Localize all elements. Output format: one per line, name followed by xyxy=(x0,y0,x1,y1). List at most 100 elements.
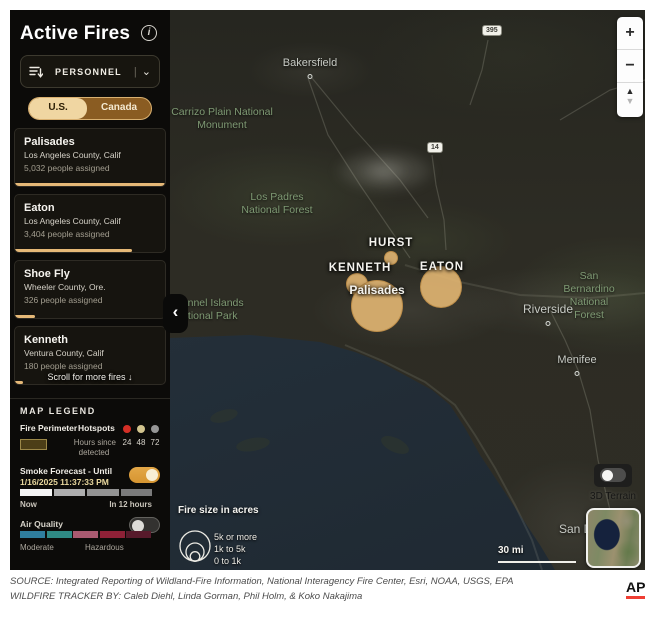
aq-color-segment xyxy=(20,531,45,538)
sort-by-dropdown[interactable]: PERSONNEL | ⌄ xyxy=(20,55,160,88)
fire-personnel: 3,404 people assigned xyxy=(24,229,156,239)
toggle-knob xyxy=(146,469,158,481)
smoke-forecast-label: Smoke Forecast - Until xyxy=(20,466,130,476)
fire-personnel: 326 people assigned xyxy=(24,295,156,305)
dropdown-divider: | xyxy=(134,66,137,78)
map-label-eaton: EATON xyxy=(420,261,464,273)
terrain-label: 3D Terrain xyxy=(573,491,645,502)
fire-location: Los Angeles County, Calif xyxy=(24,216,156,226)
hotspot-hour-label: 24 xyxy=(121,438,133,447)
fire-size-label-large: 5k or more xyxy=(214,532,257,542)
smoke-gradient-segment xyxy=(121,489,153,496)
fire-personnel: 180 people assigned xyxy=(24,361,156,371)
highway-shield-14: 14 xyxy=(427,142,443,153)
fire-size-legend-title: Fire size in acres xyxy=(178,505,259,516)
map-label-hurst: HURST xyxy=(369,237,414,249)
scroll-hint: Scroll for more fires ↓ xyxy=(10,372,170,382)
zoom-out-button[interactable]: − xyxy=(617,50,643,83)
fire-card[interactable]: Palisades Los Angeles County, Calif 5,032 … xyxy=(14,128,166,187)
hotspot-dot xyxy=(137,425,145,433)
city-marker xyxy=(546,321,551,326)
sort-selected-value: PERSONNEL xyxy=(43,67,134,77)
hotspots-label: Hotspots xyxy=(78,423,115,433)
aq-color-segment xyxy=(126,531,151,538)
fire-size-label-medium: 1k to 5k xyxy=(214,544,246,554)
map-label-riverside: Riverside xyxy=(523,302,573,316)
aq-min-label: Moderate xyxy=(20,543,54,552)
page-title: Active Fires xyxy=(20,23,130,45)
info-icon[interactable]: i xyxy=(141,25,157,41)
map-label-palisades: Palisades xyxy=(349,283,404,297)
highway-shield-395: 395 xyxy=(482,25,502,36)
map-label-carrizo-plain-national: Carrizo Plain National Monument xyxy=(171,106,273,132)
overview-inset-map[interactable] xyxy=(586,508,641,568)
hotspot-dot xyxy=(151,425,159,433)
fire-perimeter-label: Fire Perimeter xyxy=(20,423,77,433)
fire-name: Kenneth xyxy=(24,334,156,346)
fire-size-bar xyxy=(15,315,35,319)
wildfire-tracker-app: Bakersfield Carrizo Plain National Monume… xyxy=(10,10,645,570)
aq-color-segment xyxy=(47,531,72,538)
fire-size-bar xyxy=(15,249,132,253)
map-label-bakersfield: Bakersfield xyxy=(283,57,337,69)
region-toggle: U.S. Canada xyxy=(28,97,152,120)
smoke-until-timestamp: 1/16/2025 11:37:33 PM xyxy=(20,477,109,487)
fire-size-label-small: 0 to 1k xyxy=(214,556,241,566)
hotspot-dot xyxy=(123,425,131,433)
fire-card[interactable]: Shoe Fly Wheeler County, Ore. 326 people a… xyxy=(14,260,166,319)
map-label-menifee: Menifee xyxy=(557,354,596,366)
region-canada-button[interactable]: Canada xyxy=(87,98,151,119)
map-label-kenneth: KENNETH xyxy=(329,262,392,274)
terrain-toggle[interactable] xyxy=(600,468,626,482)
aq-color-segment xyxy=(73,531,98,538)
ap-logo: AP xyxy=(626,579,645,599)
smoke-gradient-segment xyxy=(54,489,86,496)
fire-name: Eaton xyxy=(24,202,156,214)
pitch-control-button[interactable]: ▲ ▼ xyxy=(617,83,643,117)
map-legend-heading: MAP LEGEND xyxy=(20,406,96,416)
fire-size-circles-icon xyxy=(176,523,216,567)
map-zoom-control: + − ▲ ▼ xyxy=(617,17,643,117)
credits-text: WILDFIRE TRACKER BY: Caleb Diehl, Linda … xyxy=(10,591,610,602)
pitch-down-icon: ▼ xyxy=(617,97,643,106)
fire-personnel: 5,032 people assigned xyxy=(24,163,156,173)
hotspots-sub-label: Hours since xyxy=(72,438,116,447)
fire-location: Wheeler County, Ore. xyxy=(24,282,156,292)
fire-list[interactable]: Palisades Los Angeles County, Calif 5,032 … xyxy=(14,128,166,395)
city-marker xyxy=(308,74,313,79)
scale-bar xyxy=(498,561,576,563)
fire-card[interactable]: Eaton Los Angeles County, Calif 3,404 peop… xyxy=(14,194,166,253)
hotspot-hour-label: 72 xyxy=(149,438,161,447)
scale-label: 30 mi xyxy=(498,545,524,556)
fire-name: Palisades xyxy=(24,136,156,148)
fire-location: Los Angeles County, Calif xyxy=(24,150,156,160)
smoke-gradient-segment xyxy=(87,489,119,496)
map-canvas[interactable]: Bakersfield Carrizo Plain National Monume… xyxy=(170,10,645,570)
fire-name: Shoe Fly xyxy=(24,268,156,280)
smoke-later-label: In 12 hours xyxy=(88,500,152,509)
fire-perimeter-swatch xyxy=(20,439,47,450)
fire-size-bar xyxy=(15,183,165,187)
city-marker xyxy=(575,371,580,376)
zoom-in-button[interactable]: + xyxy=(617,17,643,50)
smoke-gradient-segment xyxy=(20,489,52,496)
aq-color-segment xyxy=(100,531,125,538)
aq-max-label: Hazardous xyxy=(85,543,124,552)
hotspots-sub-label2: detected xyxy=(72,448,116,457)
sidebar: Active Fires i PERSONNEL | ⌄ U.S. Canada… xyxy=(10,10,170,570)
air-quality-label: Air Quality xyxy=(20,519,63,529)
region-us-button[interactable]: U.S. xyxy=(29,98,87,119)
pitch-up-icon: ▲ xyxy=(617,87,643,96)
chevron-down-icon: ⌄ xyxy=(142,68,151,76)
sidebar-collapse-button[interactable]: ‹ xyxy=(163,294,188,333)
divider xyxy=(10,398,170,399)
smoke-now-label: Now xyxy=(20,500,37,509)
smoke-forecast-toggle[interactable] xyxy=(129,467,160,483)
map-label-los-padres: Los Padres National Forest xyxy=(241,191,312,217)
hotspot-hour-label: 48 xyxy=(135,438,147,447)
terrain-toggle-box xyxy=(594,464,632,487)
fire-location: Ventura County, Calif xyxy=(24,348,156,358)
toggle-knob xyxy=(602,470,613,481)
source-text: SOURCE: Integrated Reporting of Wildland… xyxy=(10,576,610,587)
sort-icon xyxy=(29,66,43,78)
